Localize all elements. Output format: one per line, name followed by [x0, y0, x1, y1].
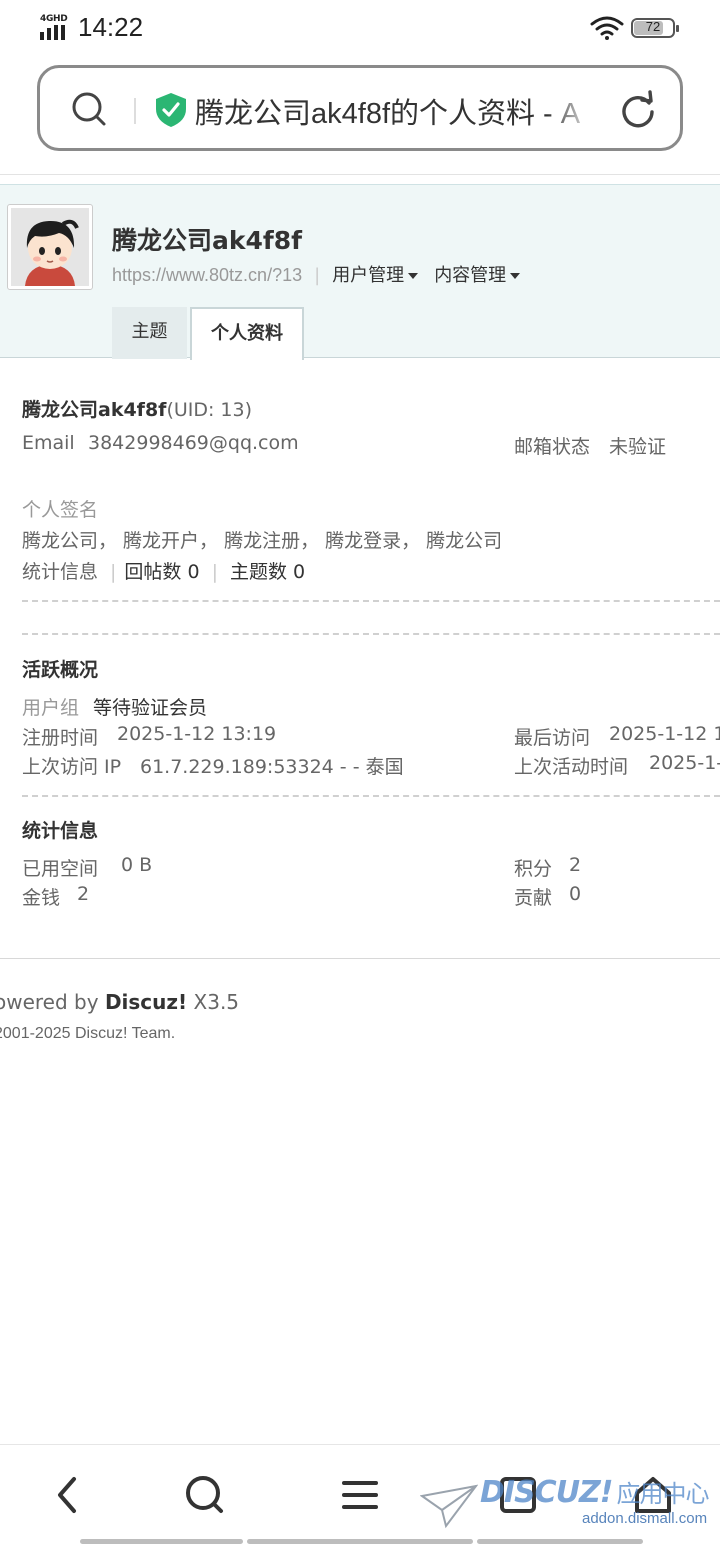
signature-text: 腾龙公司， 腾龙开户， 腾龙注册， 腾龙登录， 腾龙公司: [22, 530, 503, 552]
watermark-logo: DISCUZ! 应用中心: [480, 1474, 709, 1510]
powered-by: owered by Discuz! X3.5: [0, 990, 239, 1014]
shield-check-icon: [156, 93, 186, 127]
caret-down-icon: [408, 273, 419, 279]
register-time-value: 2025-1-12 13:19: [117, 723, 277, 745]
stats-summary-label: 统计信息: [22, 561, 99, 583]
search-icon[interactable]: [183, 1473, 225, 1517]
email-value: 3842998469@qq.com: [88, 432, 299, 454]
register-time-label: 注册时间: [22, 727, 99, 749]
posts-count-link[interactable]: 回帖数 0: [124, 561, 199, 583]
content-manage-menu[interactable]: 内容管理: [434, 265, 521, 286]
email-status-value: 未验证: [609, 436, 667, 458]
user-manage-menu[interactable]: 用户管理: [332, 265, 419, 286]
address-separator: [134, 98, 136, 124]
search-icon[interactable]: [70, 90, 108, 128]
points-label: 积分: [514, 858, 553, 880]
menu-icon[interactable]: [341, 1473, 379, 1517]
last-active-value: 2025-1-: [649, 752, 720, 774]
back-icon[interactable]: [52, 1473, 82, 1517]
last-ip-value: 61.7.229.189:53324 - - 泰国: [140, 756, 404, 778]
stats-heading: 统计信息: [22, 820, 99, 842]
toolbar-divider: [0, 174, 720, 175]
caret-down-icon: [510, 273, 521, 279]
meta-separator: |: [314, 265, 321, 286]
page-url-title[interactable]: 腾龙公司ak4f8f的个人资料 - A: [195, 90, 595, 132]
profile-username: 腾龙公司ak4f8f: [22, 399, 167, 421]
section-divider: [22, 600, 720, 602]
profile-header: 腾龙公司ak4f8f https://www.80tz.cn/?13 | 用户管理 内…: [0, 184, 720, 360]
tab-profile[interactable]: 个人资料: [190, 307, 304, 360]
gesture-bar: [477, 1539, 643, 1544]
copyright: 2001-2025 Discuz! Team.: [0, 1025, 176, 1042]
section-divider: [22, 633, 720, 635]
email-label: Email: [22, 432, 75, 454]
points-value: 2: [569, 854, 582, 876]
money-value: 2: [77, 883, 90, 905]
wifi-icon: [590, 16, 624, 40]
last-visit-label: 最后访问: [514, 727, 591, 749]
reload-icon[interactable]: [618, 90, 658, 130]
watermark-logo-text: DISCUZ!: [480, 1475, 613, 1510]
contribution-value: 0: [569, 883, 582, 905]
profile-name: 腾龙公司ak4f8f: [112, 226, 303, 255]
powered-by-label: owered by: [0, 990, 99, 1014]
battery-level: 72: [645, 19, 661, 34]
discuz-version: X3.5: [193, 990, 240, 1014]
clock: 14:22: [78, 12, 144, 42]
discuz-link[interactable]: Discuz!: [105, 990, 187, 1014]
signal-icon: 4GHD: [40, 14, 72, 40]
group-value[interactable]: 等待验证会员: [93, 693, 207, 720]
space-url-link[interactable]: https://www.80tz.cn/?13: [112, 265, 302, 285]
content-manage-label: 内容管理: [434, 265, 507, 286]
last-active-label: 上次活动时间: [514, 756, 629, 778]
money-label: 金钱: [22, 887, 61, 909]
threads-count-link[interactable]: 主题数 0: [230, 561, 305, 583]
discuz-watermark: DISCUZ! 应用中心 addon.dismall.com: [420, 1472, 720, 1532]
address-bar[interactable]: 腾龙公司ak4f8f的个人资料 - A: [37, 65, 683, 151]
stats-summary-row: 统计信息 | 回帖数 0 | 主题数 0: [22, 561, 306, 583]
space-used-value: 0 B: [121, 854, 153, 876]
signature-label: 个人签名: [22, 499, 99, 521]
watermark-logo-cn: 应用中心: [616, 1480, 709, 1508]
gesture-bar: [247, 1539, 473, 1544]
contribution-label: 贡献: [514, 887, 553, 909]
paper-plane-icon: [420, 1484, 478, 1529]
profile-meta-row: https://www.80tz.cn/?13 | 用户管理 内容管理: [112, 261, 536, 287]
watermark-url: addon.dismall.com: [582, 1510, 708, 1527]
activity-heading: 活跃概况: [22, 659, 99, 681]
profile-uid: (UID: 13): [166, 399, 253, 421]
profile-title-line: 腾龙公司ak4f8f(UID: 13): [22, 395, 252, 422]
gesture-bar: [80, 1539, 243, 1544]
last-visit-value: 2025-1-12 1: [609, 723, 720, 745]
avatar-image: [11, 208, 89, 286]
space-used-label: 已用空间: [22, 858, 99, 880]
group-label: 用户组: [22, 697, 80, 719]
avatar[interactable]: [7, 204, 93, 290]
last-ip-label: 上次访问 IP: [22, 756, 122, 778]
network-type: 4GHD: [40, 14, 68, 24]
footer-divider: [0, 958, 720, 959]
status-bar: 4GHD 14:22 72: [0, 0, 720, 58]
user-manage-label: 用户管理: [332, 265, 405, 286]
email-status-label: 邮箱状态: [514, 436, 591, 458]
section-divider: [22, 795, 720, 797]
battery-icon: 72: [631, 18, 679, 38]
tab-threads[interactable]: 主题: [112, 307, 187, 359]
